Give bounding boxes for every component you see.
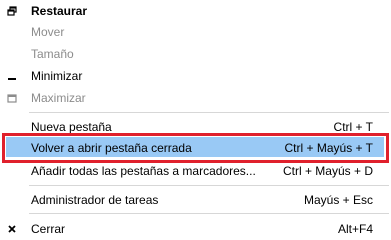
menu-item-label: Tamaño — [31, 47, 74, 61]
minimize-icon — [6, 70, 18, 82]
menu-item-restore[interactable]: Restaurar — [0, 0, 391, 22]
menu-item-label: Añadir todas las pestañas a marcadores..… — [31, 164, 256, 178]
menu-separator — [29, 185, 389, 186]
restore-icon — [6, 5, 18, 17]
menu-separator — [29, 213, 389, 214]
menu-item-task-manager[interactable]: Administrador de tareas Mayús + Esc — [0, 189, 391, 211]
highlight-annotation-frame — [2, 133, 389, 163]
menu-item-label: Cerrar — [31, 222, 66, 236]
menu-item-close[interactable]: Cerrar Alt+F4 — [0, 218, 391, 240]
menu-item-move[interactable]: Mover — [0, 21, 391, 43]
menu-item-shortcut: Mayús + Esc — [303, 193, 373, 207]
menu-item-size[interactable]: Tamaño — [0, 43, 391, 65]
menu-item-label: Minimizar — [31, 69, 83, 83]
window-context-menu: Restaurar Mover Tamaño Minimizar Maximiz… — [0, 0, 391, 240]
maximize-icon — [6, 92, 18, 104]
menu-separator — [29, 112, 389, 113]
menu-item-shortcut: Alt+F4 — [337, 222, 373, 236]
menu-item-bookmark-all-tabs[interactable]: Añadir todas las pestañas a marcadores..… — [0, 160, 391, 182]
menu-item-label: Restaurar — [31, 4, 88, 18]
menu-item-minimize[interactable]: Minimizar — [0, 65, 391, 87]
close-icon — [6, 223, 18, 235]
menu-item-label: Administrador de tareas — [31, 193, 159, 207]
menu-item-label: Maximizar — [31, 91, 86, 105]
menu-item-maximize[interactable]: Maximizar — [0, 87, 391, 109]
menu-item-shortcut: Ctrl + Mayús + D — [282, 164, 373, 178]
menu-item-label: Mover — [31, 25, 65, 39]
